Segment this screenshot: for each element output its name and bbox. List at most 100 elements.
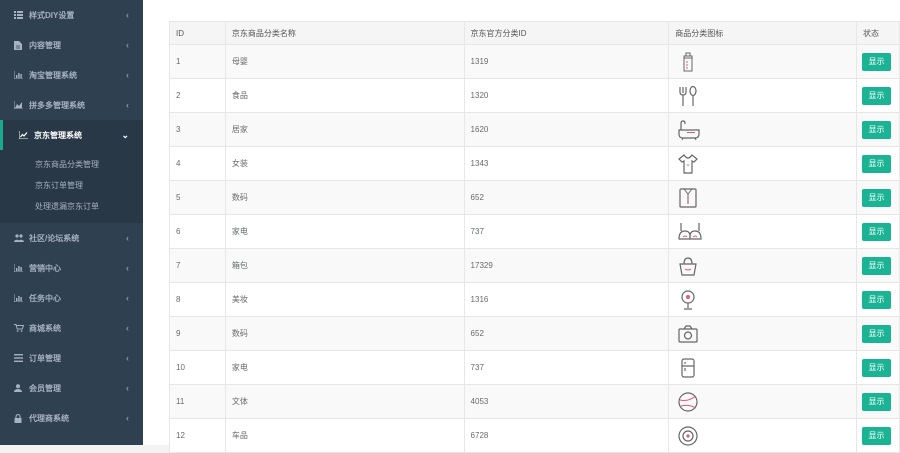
show-button[interactable]: 显示 — [861, 52, 891, 71]
sidebar-item-5[interactable]: 社区/论坛系统 ‹ — [0, 223, 143, 253]
table-row: 6 家电 737 显示 — [169, 214, 900, 249]
cell-jd-id: 17329 — [463, 248, 670, 283]
show-button[interactable]: 显示 — [861, 426, 891, 445]
cell-icon — [668, 214, 857, 249]
chevron-left-icon: ‹ — [126, 10, 129, 20]
cell-jd-id: 652 — [463, 180, 670, 215]
show-button[interactable]: 显示 — [861, 392, 891, 411]
show-button[interactable]: 显示 — [861, 222, 891, 241]
file-icon — [14, 40, 26, 50]
sidebar-item-2[interactable]: 淘宝管理系统 ‹ — [0, 60, 143, 90]
sidebar-item-label: 淘宝管理系统 — [29, 70, 77, 80]
line-chart-icon — [19, 131, 31, 139]
show-button[interactable]: 显示 — [861, 188, 891, 207]
sidebar-subitem-1[interactable]: 京东订单管理 — [0, 175, 143, 196]
cell-jd-id: 6728 — [463, 418, 670, 453]
cell-icon — [668, 44, 857, 79]
show-button[interactable]: 显示 — [861, 290, 891, 309]
bathtub-icon — [675, 119, 856, 141]
show-button[interactable]: 显示 — [861, 256, 891, 275]
table-row: 10 家电 737 显示 — [169, 350, 900, 385]
sidebar-item-9[interactable]: 订单管理 ‹ — [0, 343, 143, 373]
cell-icon — [668, 180, 857, 215]
cell-status: 显示 — [855, 418, 900, 453]
cell-jd-id: 4053 — [463, 384, 670, 419]
header-status: 状态 — [855, 21, 900, 45]
cell-category-name: 家电 — [224, 214, 465, 249]
bar-chart-icon — [14, 264, 26, 272]
dress-icon — [675, 153, 856, 175]
chevron-left-icon: ‹ — [126, 323, 129, 333]
chevron-left-icon: ‹ — [126, 353, 129, 363]
cell-id: 6 — [169, 214, 226, 249]
cell-icon — [668, 146, 857, 181]
cell-status: 显示 — [855, 350, 900, 385]
cell-status: 显示 — [855, 146, 900, 181]
sidebar-item-1[interactable]: 内容管理 ‹ — [0, 30, 143, 60]
cell-id: 3 — [169, 112, 226, 147]
sidebar-item-11[interactable]: 代理商系统 ‹ — [0, 403, 143, 433]
sidebar-item-label: 拼多多管理系统 — [29, 100, 85, 110]
cell-icon — [668, 248, 857, 283]
sidebar-item-10[interactable]: 会员管理 ‹ — [0, 373, 143, 403]
sidebar-item-0[interactable]: 样式DIY设置 ‹ — [0, 0, 143, 30]
table-row: 9 数码 652 显示 — [169, 316, 900, 351]
show-button[interactable]: 显示 — [861, 86, 891, 105]
table-row: 4 女装 1343 显示 — [169, 146, 900, 181]
sidebar-item-8[interactable]: 商城系统 ‹ — [0, 313, 143, 343]
cell-id: 2 — [169, 78, 226, 113]
show-button[interactable]: 显示 — [861, 154, 891, 173]
shirt-icon — [675, 187, 856, 209]
cell-category-name: 文体 — [224, 384, 465, 419]
sidebar-item-label: 内容管理 — [29, 40, 61, 50]
sidebar-subitem-2[interactable]: 处理遗漏京东订单 — [0, 196, 143, 217]
user-icon — [14, 384, 26, 392]
chevron-left-icon: ‹ — [126, 383, 129, 393]
header-jd-id: 京东官方分类ID — [463, 21, 670, 45]
cell-status: 显示 — [855, 112, 900, 147]
sidebar-subitem-0[interactable]: 京东商品分类管理 — [0, 154, 143, 175]
cell-jd-id: 652 — [463, 316, 670, 351]
sidebar-item-7[interactable]: 任务中心 ‹ — [0, 283, 143, 313]
cell-id: 9 — [169, 316, 226, 351]
cell-jd-id: 1343 — [463, 146, 670, 181]
sidebar-item-label: 订单管理 — [29, 353, 61, 363]
cell-jd-id: 1316 — [463, 282, 670, 317]
fridge-icon — [675, 357, 856, 379]
sidebar-item-3[interactable]: 拼多多管理系统 ‹ — [0, 90, 143, 120]
chevron-left-icon: ‹ — [126, 263, 129, 273]
main-content: ID 京东商品分类名称 京东官方分类ID 商品分类图标 状态 1 母婴 1319 显示… — [143, 0, 900, 453]
show-button[interactable]: 显示 — [861, 358, 891, 377]
sidebar-item-label: 任务中心 — [29, 293, 61, 303]
sidebar-item-label: 社区/论坛系统 — [29, 233, 80, 243]
table-row: 3 居家 1620 显示 — [169, 112, 900, 147]
cell-id: 1 — [169, 44, 226, 79]
cell-icon — [668, 384, 857, 419]
cell-category-name: 数码 — [224, 180, 465, 215]
sidebar-item-label: 营销中心 — [29, 263, 61, 273]
table-row: 8 美妆 1316 显示 — [169, 282, 900, 317]
bar-chart-icon — [14, 71, 26, 79]
sidebar-item-4[interactable]: 京东管理系统 ⌄ — [0, 120, 143, 150]
show-button[interactable]: 显示 — [861, 120, 891, 139]
cell-jd-id: 1620 — [463, 112, 670, 147]
baby-bottle-icon — [675, 51, 856, 73]
cell-status: 显示 — [855, 248, 900, 283]
chevron-left-icon: ‹ — [126, 100, 129, 110]
cell-category-name: 母婴 — [224, 44, 465, 79]
chevron-left-icon: ‹ — [126, 70, 129, 80]
cell-icon — [668, 418, 857, 453]
cell-status: 显示 — [855, 384, 900, 419]
bra-icon — [675, 221, 856, 243]
jd-category-table: ID 京东商品分类名称 京东官方分类ID 商品分类图标 状态 1 母婴 1319 显示… — [169, 21, 900, 453]
cell-category-name: 车品 — [224, 418, 465, 453]
sidebar-item-6[interactable]: 营销中心 ‹ — [0, 253, 143, 283]
cell-status: 显示 — [855, 180, 900, 215]
category-table-wrapper: ID 京东商品分类名称 京东官方分类ID 商品分类图标 状态 1 母婴 1319 显示… — [169, 21, 900, 453]
table-row: 5 数码 652 显示 — [169, 180, 900, 215]
cell-category-name: 数码 — [224, 316, 465, 351]
ball-icon — [675, 391, 856, 413]
cell-jd-id: 737 — [463, 214, 670, 249]
show-button[interactable]: 显示 — [861, 324, 891, 343]
chevron-down-icon: ⌄ — [121, 129, 129, 140]
